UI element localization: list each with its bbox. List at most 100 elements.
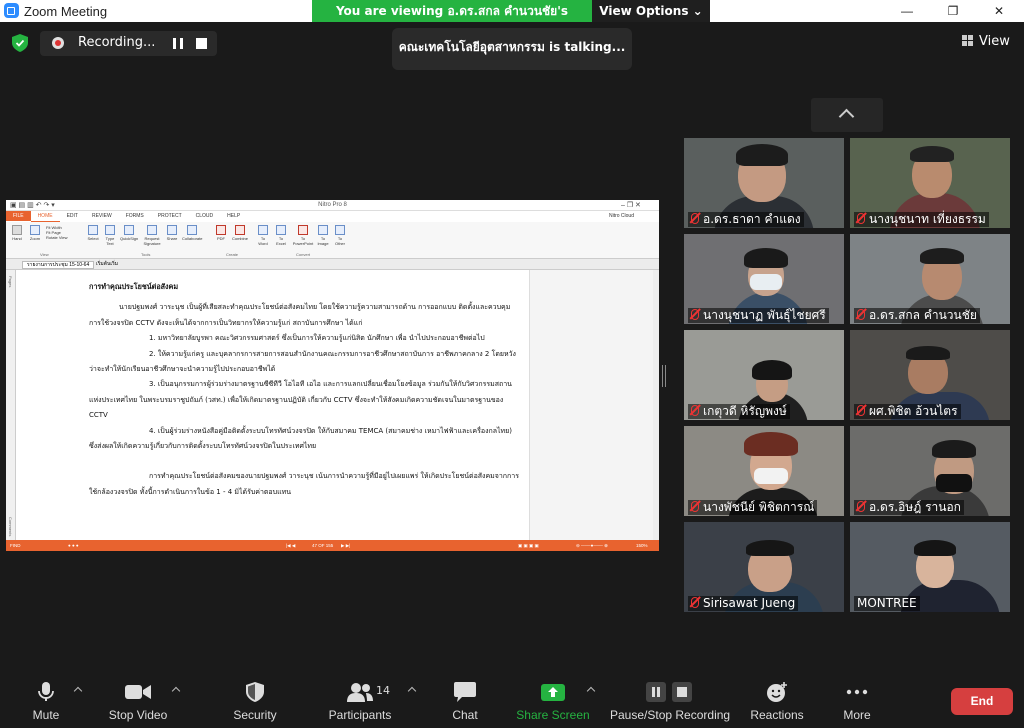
- ribbon-request-signature[interactable]: Request Signature: [142, 225, 162, 246]
- document-scrollbar[interactable]: [653, 270, 659, 540]
- find-label[interactable]: FIND: [10, 543, 21, 548]
- pdf-page: การทำคุณประโยชน์ต่อสังคม นายปฐมพงศ์ วาระ…: [20, 270, 529, 540]
- security-button[interactable]: Security: [226, 668, 284, 722]
- mute-options-caret[interactable]: [73, 686, 83, 696]
- pause-recording-icon[interactable]: [173, 38, 183, 49]
- excel-icon: [276, 225, 286, 235]
- tab-review[interactable]: REVIEW: [85, 211, 119, 221]
- video-tile[interactable]: Sirisawat Jueng: [684, 522, 844, 612]
- video-tile[interactable]: นางพัชนีย์ พิชิตการณ์: [684, 426, 844, 516]
- stop-recording-icon[interactable]: [196, 38, 207, 49]
- ribbon-select[interactable]: Select: [86, 225, 100, 241]
- ribbon-type-text[interactable]: Type Text: [103, 225, 117, 246]
- stop-video-button[interactable]: Stop Video: [104, 668, 172, 722]
- muted-mic-icon: [857, 405, 865, 416]
- pause-stop-recording-button[interactable]: Pause/Stop Recording: [610, 668, 730, 722]
- close-button[interactable]: ✕: [976, 0, 1022, 22]
- video-tile[interactable]: MONTREE: [850, 522, 1010, 612]
- video-tile[interactable]: อ.ดร.อิษฎ์ รานอก: [850, 426, 1010, 516]
- doc-list-item: 4. เป็นผู้ร่วมร่างหนังสือคู่มือติดตั้งระ…: [89, 426, 512, 451]
- more-button[interactable]: More: [836, 668, 878, 722]
- video-tile[interactable]: อ.ดร.สกล คำนวนชัย: [850, 234, 1010, 324]
- participant-name: นางนุชนาฏ พันธุ์ไชยศรี: [688, 308, 829, 323]
- tab-protect[interactable]: PROTECT: [151, 211, 189, 221]
- ribbon-quicksign[interactable]: QuickSign: [120, 225, 138, 241]
- powerpoint-icon: [298, 225, 308, 235]
- nitro-cloud-link[interactable]: Nitro Cloud: [602, 211, 641, 221]
- pause-stop-recording-icon: [646, 682, 692, 702]
- ribbon-hand[interactable]: Hand: [10, 225, 24, 241]
- zoom-slider[interactable]: ⊖ ───●─── ⊕: [576, 543, 608, 549]
- tab-forms[interactable]: FORMS: [119, 211, 151, 221]
- end-meeting-button[interactable]: End: [951, 688, 1013, 715]
- video-tile[interactable]: อ.ดร.ธาดา คำแดง: [684, 138, 844, 228]
- tab-cloud[interactable]: CLOUD: [189, 211, 221, 221]
- muted-mic-icon: [691, 213, 699, 224]
- muted-mic-icon: [691, 309, 699, 320]
- reactions-button[interactable]: Reactions: [748, 668, 806, 722]
- participant-name: อ.ดร.สกล คำนวนชัย: [854, 308, 980, 323]
- security-shield-icon[interactable]: [12, 34, 28, 52]
- video-tile[interactable]: นางนุชนาท เที่ยงธรรม: [850, 138, 1010, 228]
- scroll-up-button[interactable]: [811, 98, 883, 132]
- quicksign-icon: [124, 225, 134, 235]
- shared-screen[interactable]: Nitro Pro 8 ▣ ▤ ▥ ↶ ↷ ▾ – ❐ ✕ FILE HOME ED…: [6, 200, 659, 551]
- participant-name: นางนุชนาท เที่ยงธรรม: [854, 212, 989, 227]
- participant-name: อ.ดร.อิษฎ์ รานอก: [854, 500, 964, 515]
- page-indicator[interactable]: 47 OF 155: [312, 543, 333, 548]
- tab-home[interactable]: HOME: [30, 211, 60, 222]
- doc-tab-active[interactable]: รายงานการประชุม 15-10-64: [22, 261, 95, 269]
- ribbon-pdf[interactable]: PDF: [214, 225, 228, 241]
- page-navigation-next[interactable]: ▶ ▶|: [341, 543, 350, 549]
- video-tile[interactable]: เกตุวดี หิรัญพงษ์: [684, 330, 844, 420]
- ribbon-to-other[interactable]: To Other: [333, 225, 347, 246]
- ribbon-zoom[interactable]: Zoom: [28, 225, 42, 241]
- muted-mic-icon: [857, 501, 865, 512]
- participants-options-caret[interactable]: [407, 686, 417, 696]
- maximize-button[interactable]: ❐: [930, 0, 976, 22]
- doc-list-item: 3. เป็นอนุกรรมการผู้ร่วมร่างมาตรฐานซีซีท…: [89, 380, 512, 420]
- ribbon-to-excel[interactable]: To Excel: [274, 225, 288, 246]
- pages-panel[interactable]: Pages Comments: [6, 270, 16, 540]
- tab-file[interactable]: FILE: [6, 211, 31, 221]
- chat-button[interactable]: Chat: [446, 668, 484, 722]
- ribbon-combine[interactable]: Combine: [231, 225, 249, 241]
- other-format-icon: [335, 225, 345, 235]
- request-signature-icon: [147, 225, 157, 235]
- tab-help[interactable]: HELP: [220, 211, 247, 221]
- zoom-app-icon: [4, 3, 19, 18]
- participant-name: ผศ.พิชิต อ้วนไตร: [854, 404, 961, 419]
- ribbon-collaborate[interactable]: Collaborate: [182, 225, 202, 241]
- collaborate-icon: [187, 225, 197, 235]
- active-speaker-banner: คณะเทคโนโลยีอุตสาหกรรม is talking...: [392, 28, 632, 70]
- doc-tab-2[interactable]: เริ่มต้นเริ่ม: [92, 261, 122, 269]
- panel-resize-handle[interactable]: [662, 365, 666, 387]
- minimize-button[interactable]: —: [884, 0, 930, 22]
- page-margin-area: [529, 270, 653, 540]
- ribbon-view-options[interactable]: Fit Width Fit Page Rotate View: [46, 225, 72, 240]
- muted-mic-icon: [691, 597, 699, 608]
- tab-edit[interactable]: EDIT: [60, 211, 85, 221]
- ribbon-to-powerpoint[interactable]: To PowerPoint: [292, 225, 314, 246]
- layout-icons[interactable]: ▣ ▣ ▣ ▣: [518, 543, 539, 549]
- view-layout-button[interactable]: View: [962, 34, 1010, 49]
- ribbon-to-image[interactable]: To Image: [316, 225, 330, 246]
- viewing-screen-label: You are viewing อ.ดร.สกล คำนวนชัย's scre…: [312, 0, 592, 40]
- view-mode-icons[interactable]: ● ● ●: [68, 543, 79, 548]
- quick-access-toolbar[interactable]: ▣ ▤ ▥ ↶ ↷ ▾: [10, 201, 55, 209]
- mute-button[interactable]: Mute: [22, 668, 70, 722]
- hand-icon: [12, 225, 22, 235]
- ribbon-share[interactable]: Share: [165, 225, 179, 241]
- share-screen-button[interactable]: Share Screen: [514, 668, 592, 722]
- nitro-ribbon-tabs: FILE HOME EDIT REVIEW FORMS PROTECT CLOUD HELP …: [6, 211, 659, 222]
- view-options-button[interactable]: View Options ⌄: [592, 0, 710, 22]
- page-navigation[interactable]: |◀ ◀: [286, 543, 295, 549]
- video-tile[interactable]: ผศ.พิชิต อ้วนไตร: [850, 330, 1010, 420]
- nitro-window-controls[interactable]: – ❐ ✕: [621, 201, 641, 209]
- ribbon-to-word[interactable]: To Word: [256, 225, 270, 246]
- window-title: Zoom Meeting: [24, 4, 108, 19]
- video-options-caret[interactable]: [171, 686, 181, 696]
- video-tile[interactable]: นางนุชนาฏ พันธุ์ไชยศรี: [684, 234, 844, 324]
- screen-share-banner: You are viewing อ.ดร.สกล คำนวนชัย's scre…: [312, 0, 710, 40]
- emoji-reaction-icon: [767, 682, 787, 702]
